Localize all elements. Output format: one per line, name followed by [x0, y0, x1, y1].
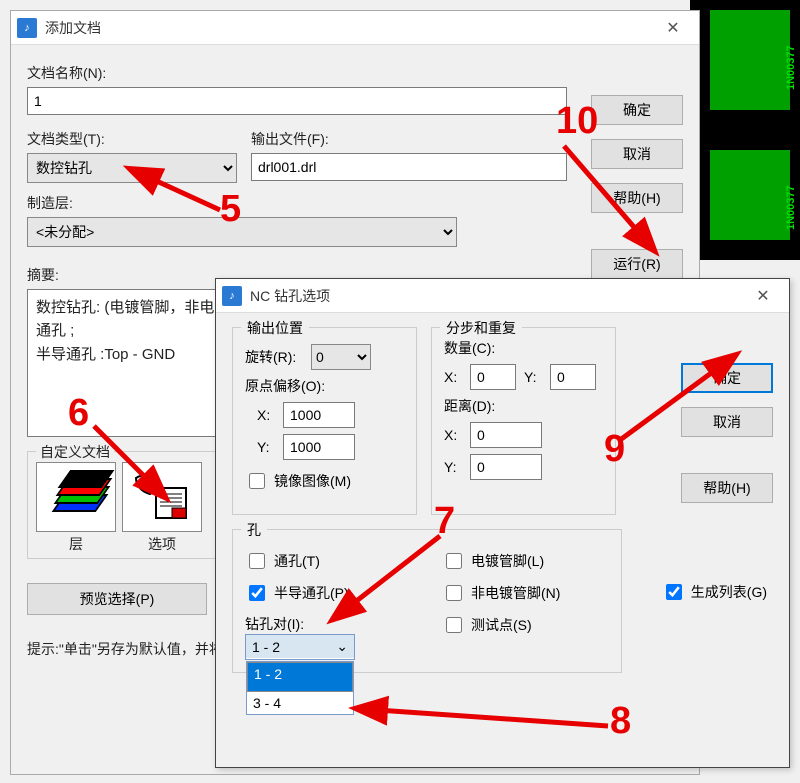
ok-button[interactable]: 确定	[681, 363, 773, 393]
component-label: 1N00377	[785, 45, 797, 90]
close-icon[interactable]: ✕	[743, 281, 783, 311]
mirror-label: 镜像图像(M)	[274, 471, 351, 491]
custom-doc-label: 自定义文档	[36, 442, 114, 462]
through-label: 通孔(T)	[274, 551, 320, 571]
group-title: 孔	[241, 520, 267, 540]
component-label: 1N00377	[785, 185, 797, 230]
plated-checkbox[interactable]	[446, 553, 462, 569]
custom-doc-group: 自定义文档	[27, 451, 227, 559]
y-label: Y:	[444, 459, 462, 475]
gen-list-label: 生成列表(G)	[691, 582, 767, 602]
distance-label: 距离(D):	[444, 396, 603, 416]
rotation-select[interactable]: 0	[311, 344, 371, 370]
nonplated-checkbox[interactable]	[446, 585, 462, 601]
close-icon[interactable]: ✕	[653, 13, 693, 43]
drill-pair-dropdown: 1 - 2 3 - 4	[246, 661, 354, 715]
cancel-button[interactable]: 取消	[591, 139, 683, 169]
output-position-group: 输出位置 旋转(R): 0 原点偏移(O): X: Y: 镜像图像(M)	[232, 327, 417, 515]
dialog-title: NC 钻孔选项	[250, 286, 743, 306]
origin-x-input[interactable]	[283, 402, 355, 428]
nonplated-label: 非电镀管脚(N)	[471, 583, 560, 603]
doc-type-select[interactable]: 数控钻孔	[27, 153, 237, 183]
dist-x-input[interactable]	[470, 422, 542, 448]
help-button[interactable]: 帮助(H)	[591, 183, 683, 213]
through-checkbox[interactable]	[249, 553, 265, 569]
rotation-label: 旋转(R):	[245, 347, 303, 367]
nc-drill-options-dialog: ♪ NC 钻孔选项 ✕ 输出位置 旋转(R): 0 原点偏移(O): X: Y:	[215, 278, 790, 768]
group-title: 分步和重复	[440, 318, 522, 338]
holes-group: 孔 通孔(T) 半导通孔(P) 钻孔对(I): 1 - 2⌄ 1 - 2 3 -…	[232, 529, 622, 673]
output-file-input[interactable]	[251, 153, 567, 181]
drill-pair-value: 1 - 2	[252, 639, 280, 655]
doc-name-input[interactable]	[27, 87, 567, 115]
doc-type-label: 文档类型(T):	[27, 129, 237, 149]
origin-offset-label: 原点偏移(O):	[245, 376, 404, 396]
output-file-label: 输出文件(F):	[251, 129, 567, 149]
origin-y-input[interactable]	[283, 434, 355, 460]
dist-y-input[interactable]	[470, 454, 542, 480]
options-caption: 选项	[122, 534, 202, 554]
partial-checkbox[interactable]	[249, 585, 265, 601]
layers-caption: 层	[36, 534, 116, 554]
plated-label: 电镀管脚(L)	[471, 551, 544, 571]
drill-pair-option[interactable]: 3 - 4	[247, 692, 353, 714]
fab-layer-label: 制造层:	[27, 193, 567, 213]
chevron-down-icon: ⌄	[336, 638, 348, 655]
drill-pair-option[interactable]: 1 - 2	[247, 662, 353, 692]
gen-list-checkbox[interactable]	[666, 584, 682, 600]
quantity-label: 数量(C):	[444, 338, 603, 358]
preview-button[interactable]: 预览选择(P)	[27, 583, 207, 615]
cancel-button[interactable]: 取消	[681, 407, 773, 437]
x-label: X:	[444, 369, 462, 385]
doc-name-label: 文档名称(N):	[27, 63, 567, 83]
help-button[interactable]: 帮助(H)	[681, 473, 773, 503]
fab-layer-select[interactable]: <未分配>	[27, 217, 457, 247]
app-icon: ♪	[17, 18, 37, 38]
drill-pair-label: 钻孔对(I):	[245, 614, 412, 634]
dialog-title: 添加文档	[45, 18, 653, 38]
group-title: 输出位置	[241, 318, 309, 338]
hand-sheet-icon	[132, 472, 192, 522]
titlebar[interactable]: ♪ 添加文档 ✕	[11, 11, 699, 45]
testpoint-label: 测试点(S)	[471, 615, 532, 635]
step-repeat-group: 分步和重复 数量(C): X: Y: 距离(D): X: Y:	[431, 327, 616, 515]
mirror-checkbox[interactable]	[249, 473, 265, 489]
titlebar[interactable]: ♪ NC 钻孔选项 ✕	[216, 279, 789, 313]
qty-x-input[interactable]	[470, 364, 516, 390]
y-label: Y:	[524, 369, 542, 385]
run-button[interactable]: 运行(R)	[591, 249, 683, 279]
ok-button[interactable]: 确定	[591, 95, 683, 125]
options-button[interactable]	[122, 462, 202, 532]
x-label: X:	[257, 407, 275, 423]
testpoint-checkbox[interactable]	[446, 617, 462, 633]
y-label: Y:	[257, 439, 275, 455]
pcb-background: 1N00377 1N00377	[690, 0, 800, 260]
drill-pair-select[interactable]: 1 - 2⌄ 1 - 2 3 - 4	[245, 634, 355, 660]
layers-button[interactable]	[36, 462, 116, 532]
layers-icon	[46, 472, 106, 522]
app-icon: ♪	[222, 286, 242, 306]
qty-y-input[interactable]	[550, 364, 596, 390]
partial-label: 半导通孔(P)	[274, 583, 349, 603]
x-label: X:	[444, 427, 462, 443]
